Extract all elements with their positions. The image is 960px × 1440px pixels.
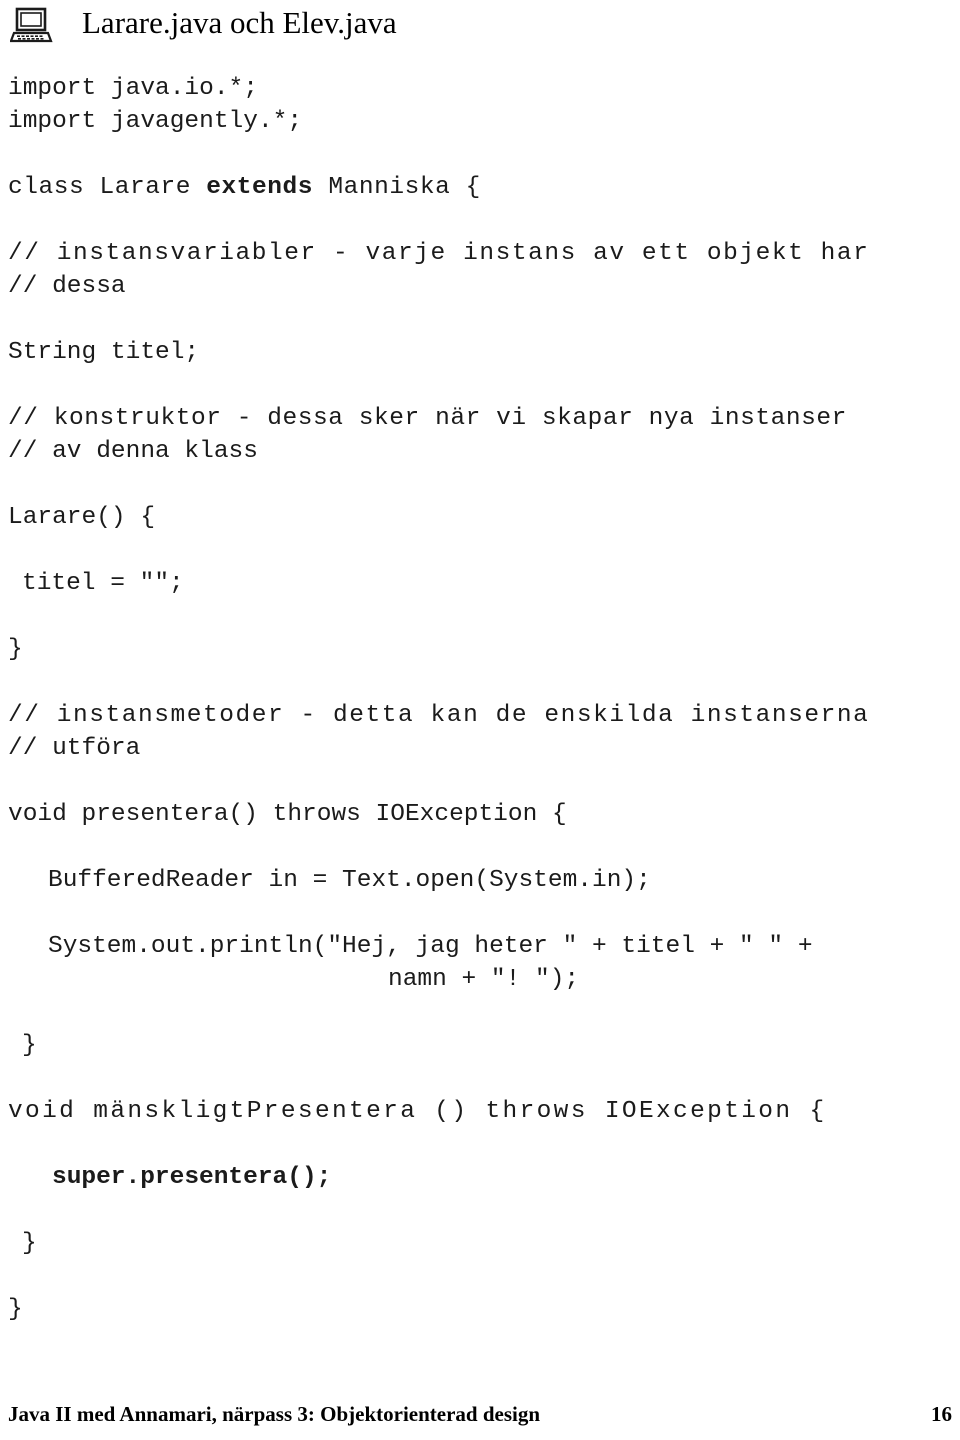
code-line: // av denna klass <box>8 438 258 465</box>
code-line: // instansmetoder - detta kan de enskild… <box>8 702 870 729</box>
code-line: super.presentera(); <box>52 1164 332 1191</box>
slide-header: Larare.java och Elev.java <box>0 0 960 58</box>
code-keyword: extends <box>206 174 314 201</box>
code-line: String titel; <box>8 339 200 366</box>
code-line: BufferedReader in = Text.open(System.in)… <box>48 867 651 894</box>
code-line: class Larare extends Manniska { <box>8 174 481 201</box>
code-line: } <box>8 636 23 663</box>
footer-course-label: Java II med Annamari, närpass 3: Objekto… <box>8 1401 541 1426</box>
slide-footer: Java II med Annamari, närpass 3: Objekto… <box>0 1394 960 1440</box>
code-line: } <box>22 1032 37 1059</box>
code-line: // konstruktor - dessa sker när vi skapa… <box>8 405 847 432</box>
code-line: void presentera() throws IOException { <box>8 801 567 828</box>
code-line: import java.io.*; <box>8 75 258 102</box>
code-line: Larare() { <box>8 504 156 531</box>
code-line: // instansvariabler - varje instans av e… <box>8 240 870 267</box>
slide-page: Larare.java och Elev.java import java.io… <box>0 0 960 1440</box>
code-line: } <box>8 1296 23 1323</box>
code-line: titel = ""; <box>22 570 184 597</box>
code-listing: import java.io.*; import javagently.*; cl… <box>0 72 960 1326</box>
code-line: namn + "! "); <box>388 966 580 993</box>
code-line: } <box>22 1230 37 1257</box>
footer-page-number: 16 <box>931 1401 952 1426</box>
code-line: // dessa <box>8 273 126 300</box>
laptop-computer-icon <box>10 7 53 43</box>
code-line: // utföra <box>8 735 141 762</box>
code-line: import javagently.*; <box>8 108 303 135</box>
code-line: System.out.println("Hej, jag heter " + t… <box>48 933 813 960</box>
page-title: Larare.java och Elev.java <box>82 5 397 40</box>
code-line: void mänskligtPresentera () throws IOExc… <box>8 1098 827 1125</box>
